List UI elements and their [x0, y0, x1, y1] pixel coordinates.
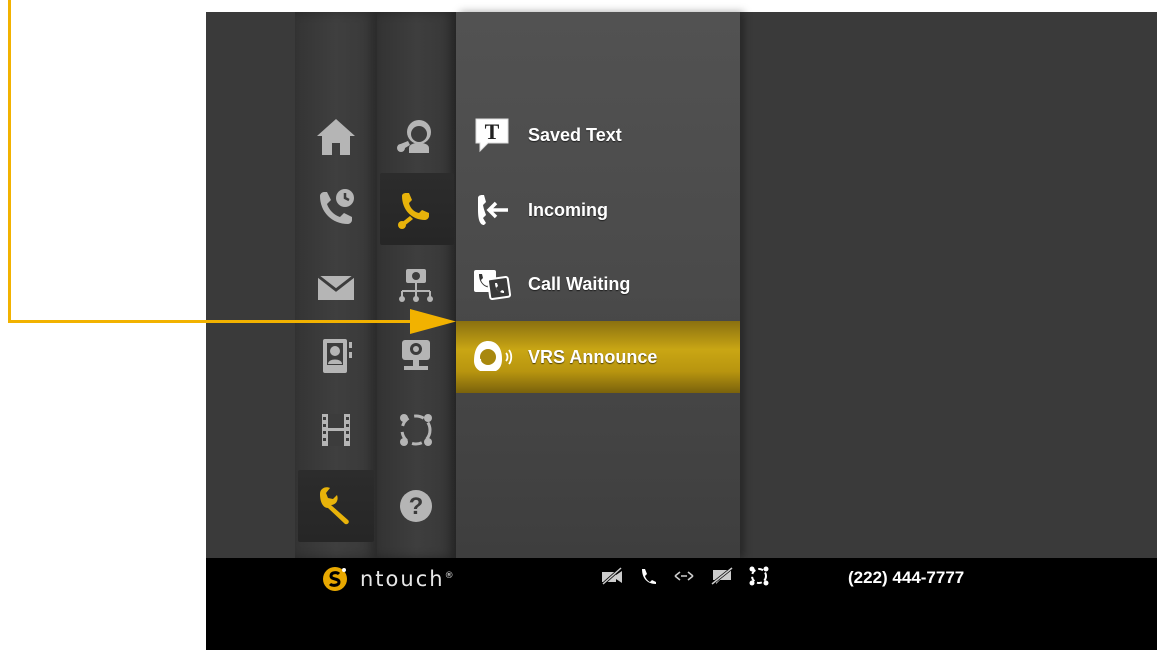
- brand-mark: ®: [444, 571, 454, 581]
- network-arrows-icon: [674, 571, 694, 581]
- personal-settings-icon[interactable]: [386, 107, 446, 167]
- settings-wrench-icon[interactable]: [306, 476, 366, 536]
- sorenson-logo-icon: [323, 567, 347, 591]
- svg-text:?: ?: [409, 493, 424, 520]
- call-waiting-icon: [470, 262, 514, 306]
- menu-item-label: Incoming: [528, 199, 608, 220]
- menu-item-saved-text[interactable]: T Saved Text: [456, 99, 740, 171]
- callout-line-horizontal: [8, 320, 413, 323]
- brand-name: ntouch®: [360, 567, 454, 591]
- help-icon[interactable]: ?: [386, 476, 446, 536]
- menu-item-call-waiting[interactable]: Call Waiting: [456, 248, 740, 320]
- camera-icon[interactable]: [386, 326, 446, 386]
- call-history-icon[interactable]: [306, 178, 366, 238]
- phone-number: (222) 444-7777: [848, 568, 965, 587]
- saved-text-icon: T: [470, 113, 514, 157]
- callout-line-vertical: [8, 0, 11, 323]
- brand-name-text: ntouch: [360, 567, 445, 591]
- contacts-book-icon[interactable]: [306, 326, 366, 386]
- network-icon[interactable]: [386, 255, 446, 315]
- menu-item-incoming[interactable]: Incoming: [456, 174, 740, 246]
- menu-item-vrs-announce[interactable]: VRS Announce: [456, 321, 740, 393]
- status-icons: [600, 565, 770, 587]
- video-off-icon: [602, 566, 622, 586]
- privacy-off-icon: [711, 566, 733, 586]
- callout-arrowhead-icon: [410, 309, 456, 334]
- incoming-call-icon: [470, 188, 514, 232]
- call-settings-icon[interactable]: [386, 180, 446, 240]
- menu-item-label: VRS Announce: [528, 346, 658, 367]
- vrs-announce-icon: [470, 335, 514, 379]
- mail-icon[interactable]: [306, 258, 366, 318]
- menu-item-label: Call Waiting: [528, 273, 631, 294]
- phone-icon: [642, 569, 656, 584]
- home-icon[interactable]: [306, 107, 366, 167]
- menu-item-label: Saved Text: [528, 124, 622, 145]
- svg-text:T: T: [485, 119, 500, 144]
- ring-light-icon[interactable]: [386, 400, 446, 460]
- video-film-icon[interactable]: [306, 400, 366, 460]
- ring-light-status-icon: [749, 566, 769, 586]
- brand-logo: ntouch®: [322, 566, 454, 592]
